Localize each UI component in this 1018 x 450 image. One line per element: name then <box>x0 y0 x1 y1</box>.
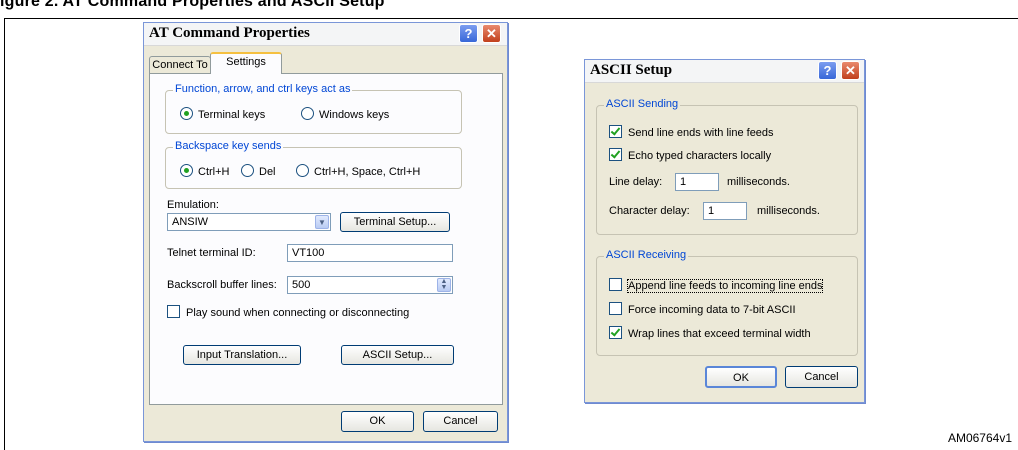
radio-circle <box>180 164 193 177</box>
line-delay-unit: milliseconds. <box>727 176 790 188</box>
question-icon: ? <box>464 26 473 41</box>
keys-group: Function, arrow, and ctrl keys act as Te… <box>165 83 462 134</box>
help-button[interactable]: ? <box>818 61 837 80</box>
radio-terminal-keys[interactable]: Terminal keys <box>180 107 265 121</box>
radio-circle <box>241 164 254 177</box>
frame-top-border <box>4 18 1018 19</box>
figure-title: igure 2. AT Command Properties and ASCII… <box>0 0 385 10</box>
cancel-button[interactable]: Cancel <box>423 411 498 432</box>
checkbox-box <box>609 148 622 161</box>
echo-typed-label: Echo typed characters locally <box>628 150 772 162</box>
telnet-label: Telnet terminal ID: <box>167 247 256 259</box>
force-7bit-label: Force incoming data to 7-bit ASCII <box>628 304 796 316</box>
backscroll-label: Backscroll buffer lines: <box>167 279 277 291</box>
append-line-feeds-label: Append line feeds to incoming line ends <box>626 279 824 293</box>
checkbox-box <box>609 326 622 339</box>
help-button[interactable]: ? <box>459 24 478 43</box>
at-command-properties-dialog: AT Command Properties ? ✕ Connect To Set… <box>143 22 508 442</box>
windows-keys-label: Windows keys <box>319 109 390 121</box>
echo-typed-checkbox[interactable]: Echo typed characters locally <box>609 148 771 162</box>
ascii-receiving-label: ASCII Receiving <box>604 249 689 261</box>
ascii-setup-dialog: ASCII Setup ? ✕ ASCII Sending Send line … <box>584 59 865 403</box>
ascii-sending-label: ASCII Sending <box>604 98 681 110</box>
wrap-lines-checkbox[interactable]: Wrap lines that exceed terminal width <box>609 326 811 340</box>
close-button[interactable]: ✕ <box>841 61 860 80</box>
terminal-keys-label: Terminal keys <box>198 109 266 121</box>
backspace-group: Backspace key sends Ctrl+H Del Ctrl+H, S… <box>165 140 462 189</box>
close-icon: ✕ <box>486 26 497 41</box>
line-delay-label: Line delay: <box>609 176 663 188</box>
checkbox-box <box>167 305 180 318</box>
play-sound-checkbox[interactable]: Play sound when connecting or disconnect… <box>167 305 409 319</box>
tab-settings[interactable]: Settings <box>210 52 282 74</box>
backspace-group-label: Backspace key sends <box>173 140 284 152</box>
frame-left-border <box>4 18 5 450</box>
close-button[interactable]: ✕ <box>482 24 501 43</box>
settings-tab-page: Function, arrow, and ctrl keys act as Te… <box>149 73 503 405</box>
input-translation-button[interactable]: Input Translation... <box>183 345 301 365</box>
play-sound-label: Play sound when connecting or disconnect… <box>186 307 410 319</box>
force-7bit-checkbox[interactable]: Force incoming data to 7-bit ASCII <box>609 302 796 316</box>
spinner-icon[interactable]: ▲ ▼ <box>437 278 451 292</box>
radio-ctrl-h[interactable]: Ctrl+H <box>180 164 229 178</box>
dialog-title: ASCII Setup <box>590 62 673 78</box>
ctrl-h-label: Ctrl+H <box>198 166 230 178</box>
tab-connect-to[interactable]: Connect To <box>149 56 211 73</box>
checkbox-box <box>609 302 622 315</box>
radio-circle <box>296 164 309 177</box>
del-label: Del <box>259 166 276 178</box>
radio-ctrl-h-space[interactable]: Ctrl+H, Space, Ctrl+H <box>296 164 420 178</box>
ok-button[interactable]: OK <box>705 366 777 388</box>
keys-group-label: Function, arrow, and ctrl keys act as <box>173 83 353 95</box>
radio-windows-keys[interactable]: Windows keys <box>301 107 389 121</box>
ascii-setup-button[interactable]: ASCII Setup... <box>341 345 454 365</box>
char-delay-label: Character delay: <box>609 205 690 217</box>
checkbox-box <box>609 125 622 138</box>
wrap-lines-label: Wrap lines that exceed terminal width <box>628 328 811 340</box>
checkbox-box <box>609 278 622 291</box>
append-line-feeds-checkbox[interactable]: Append line feeds to incoming line ends <box>609 278 824 293</box>
close-icon: ✕ <box>845 63 856 78</box>
line-delay-input[interactable]: 1 <box>675 173 719 191</box>
ascii-sending-group: ASCII Sending Send line ends with line f… <box>596 98 858 235</box>
question-icon: ? <box>823 63 832 78</box>
cancel-button[interactable]: Cancel <box>785 366 858 388</box>
dialog-title: AT Command Properties <box>149 25 310 41</box>
chevron-down-icon[interactable]: ▼ <box>315 215 329 229</box>
figure-id: AM06764v1 <box>947 431 1012 445</box>
emulation-value: ANSIW <box>172 216 209 228</box>
terminal-setup-button[interactable]: Terminal Setup... <box>340 212 450 232</box>
send-line-ends-label: Send line ends with line feeds <box>628 127 774 139</box>
ctrl-h-space-label: Ctrl+H, Space, Ctrl+H <box>314 166 421 178</box>
emulation-select[interactable]: ANSIW ▼ <box>167 213 331 231</box>
send-line-ends-checkbox[interactable]: Send line ends with line feeds <box>609 125 774 139</box>
radio-circle <box>301 107 314 120</box>
char-delay-unit: milliseconds. <box>757 205 820 217</box>
backscroll-stepper[interactable]: 500 ▲ ▼ <box>287 276 453 294</box>
ok-button[interactable]: OK <box>341 411 414 432</box>
ascii-receiving-group: ASCII Receiving Append line feeds to inc… <box>596 249 858 356</box>
telnet-id-input[interactable]: VT100 <box>287 244 453 262</box>
radio-circle <box>180 107 193 120</box>
title-bar: AT Command Properties ? ✕ <box>144 23 507 46</box>
radio-del[interactable]: Del <box>241 164 276 178</box>
title-bar: ASCII Setup ? ✕ <box>585 60 864 83</box>
backscroll-value: 500 <box>292 279 311 291</box>
char-delay-input[interactable]: 1 <box>703 202 747 220</box>
emulation-label: Emulation: <box>167 199 219 211</box>
